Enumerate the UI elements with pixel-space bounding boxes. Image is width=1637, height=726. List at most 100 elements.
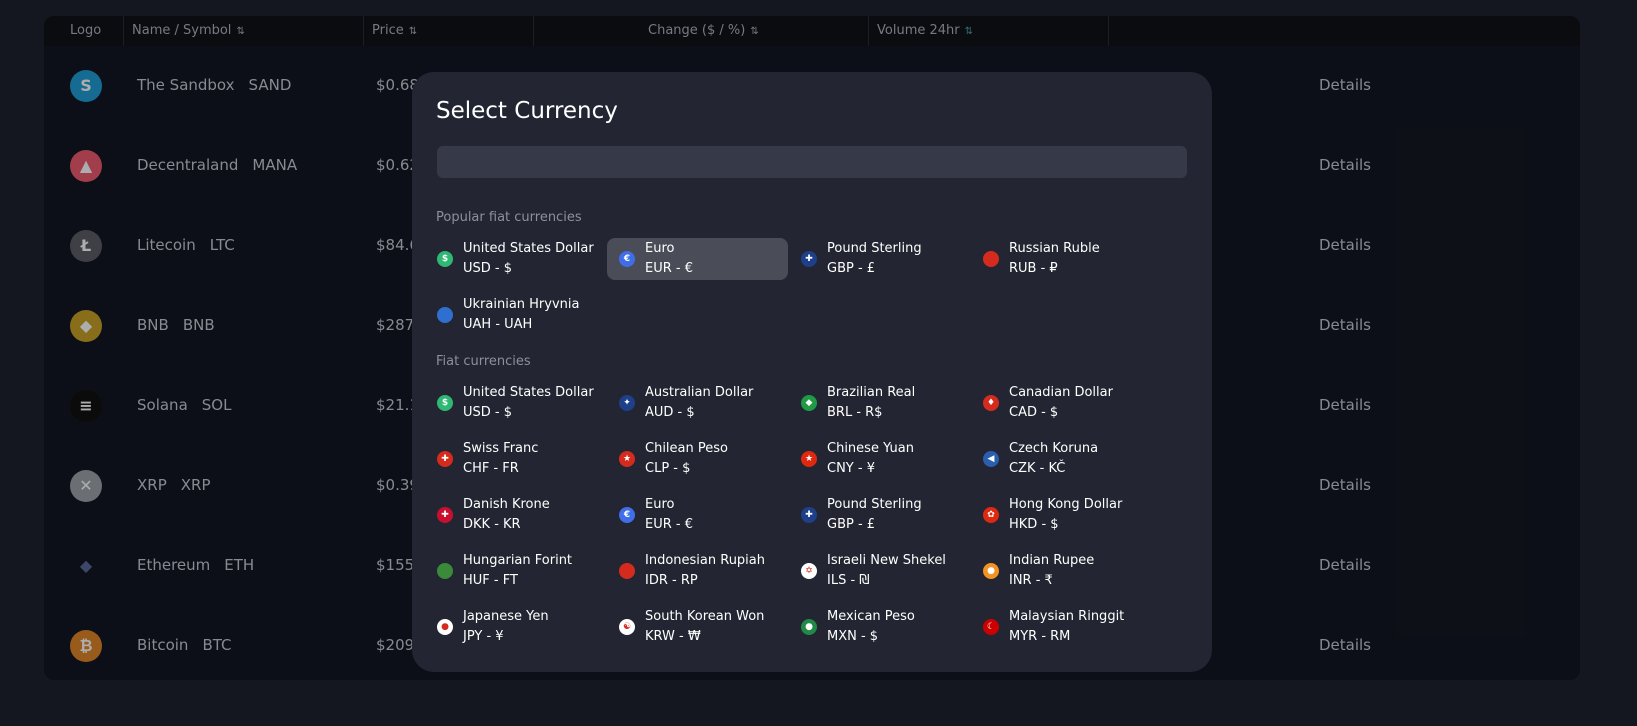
currency-option[interactable]: ☾ Malaysian Ringgit MYR - RM bbox=[971, 606, 1152, 648]
currency-code: HKD - $ bbox=[1009, 517, 1059, 532]
currency-option[interactable]: Ukrainian Hryvnia UAH - UAH bbox=[425, 294, 606, 336]
fiat-section-label: Fiat currencies bbox=[436, 354, 531, 369]
currency-option[interactable]: ✚ Danish Krone DKK - KR bbox=[425, 494, 606, 536]
currency-code: KRW - ₩ bbox=[645, 629, 701, 644]
flag-uk-icon: ✚ bbox=[801, 251, 817, 267]
currency-option[interactable]: ✿ Hong Kong Dollar HKD - $ bbox=[971, 494, 1152, 536]
flag-mexico-icon: ● bbox=[801, 619, 817, 635]
currency-option[interactable]: Russian Ruble RUB - ₽ bbox=[971, 238, 1152, 280]
currency-name: Hong Kong Dollar bbox=[1009, 497, 1123, 512]
flag-australia-icon: ✦ bbox=[619, 395, 635, 411]
currency-name: United States Dollar bbox=[463, 385, 594, 400]
currency-code: USD - $ bbox=[463, 405, 513, 420]
currency-code: DKK - KR bbox=[463, 517, 521, 532]
currency-option[interactable]: ◆ Brazilian Real BRL - R$ bbox=[789, 382, 970, 424]
dollar-icon: $ bbox=[437, 251, 453, 267]
currency-code: EUR - € bbox=[645, 261, 693, 276]
currency-name: Brazilian Real bbox=[827, 385, 916, 400]
currency-option[interactable]: ✡ Israeli New Shekel ILS - ₪ bbox=[789, 550, 970, 592]
currency-name: Indian Rupee bbox=[1009, 553, 1095, 568]
currency-name: Hungarian Forint bbox=[463, 553, 573, 568]
flag-brazil-icon: ◆ bbox=[801, 395, 817, 411]
euro-icon: € bbox=[619, 507, 635, 523]
currency-option[interactable]: ✚ Swiss Franc CHF - FR bbox=[425, 438, 606, 480]
currency-name: Mexican Peso bbox=[827, 609, 915, 624]
euro-icon: € bbox=[619, 251, 635, 267]
currency-code: INR - ₹ bbox=[1009, 573, 1053, 588]
currency-name: Euro bbox=[645, 241, 675, 256]
currency-code: CZK - KČ bbox=[1009, 461, 1066, 476]
currency-name: Chinese Yuan bbox=[827, 441, 914, 456]
currency-name: Japanese Yen bbox=[463, 609, 549, 624]
currency-option[interactable]: $ United States Dollar USD - $ bbox=[425, 382, 606, 424]
flag-uk-icon: ✚ bbox=[801, 507, 817, 523]
flag-czech-icon: ◀ bbox=[983, 451, 999, 467]
currency-option[interactable]: ✦ Australian Dollar AUD - $ bbox=[607, 382, 788, 424]
currency-code: GBP - £ bbox=[827, 261, 876, 276]
currency-option[interactable]: ◀ Czech Koruna CZK - KČ bbox=[971, 438, 1152, 480]
currency-name: Israeli New Shekel bbox=[827, 553, 946, 568]
flag-denmark-icon: ✚ bbox=[437, 507, 453, 523]
flag-india-icon: ● bbox=[983, 563, 999, 579]
currency-option[interactable]: $ United States Dollar USD - $ bbox=[425, 238, 606, 280]
currency-option[interactable]: ✚ Pound Sterling GBP - £ bbox=[789, 238, 970, 280]
currency-code: EUR - € bbox=[645, 517, 693, 532]
currency-name: Czech Koruna bbox=[1009, 441, 1099, 456]
currency-option[interactable]: Hungarian Forint HUF - FT bbox=[425, 550, 606, 592]
currency-name: Australian Dollar bbox=[645, 385, 754, 400]
currency-name: Malaysian Ringgit bbox=[1009, 609, 1125, 624]
currency-option[interactable]: ✚ Pound Sterling GBP - £ bbox=[789, 494, 970, 536]
popular-section-label: Popular fiat currencies bbox=[436, 210, 582, 225]
currency-name: Chilean Peso bbox=[645, 441, 728, 456]
currency-code: CAD - $ bbox=[1009, 405, 1059, 420]
fiat-currency-scroll[interactable]: $ United States Dollar USD - $ ✦ Australian … bbox=[412, 382, 1212, 664]
currency-code: CNY - ¥ bbox=[827, 461, 875, 476]
currency-code: USD - $ bbox=[463, 261, 513, 276]
currency-code: RUB - ₽ bbox=[1009, 261, 1058, 276]
currency-code: CHF - FR bbox=[463, 461, 519, 476]
currency-name: Pound Sterling bbox=[827, 241, 922, 256]
currency-option[interactable]: € Euro EUR - € bbox=[607, 238, 788, 280]
currency-option[interactable]: ● Indian Rupee INR - ₹ bbox=[971, 550, 1152, 592]
currency-name: United States Dollar bbox=[463, 241, 594, 256]
currency-option[interactable]: ★ Chilean Peso CLP - $ bbox=[607, 438, 788, 480]
currency-option[interactable]: ♦ Canadian Dollar CAD - $ bbox=[971, 382, 1152, 424]
flag-russia-icon bbox=[983, 251, 999, 267]
flag-indonesia-icon bbox=[619, 563, 635, 579]
currency-name: Ukrainian Hryvnia bbox=[463, 297, 580, 312]
flag-switzerland-icon: ✚ bbox=[437, 451, 453, 467]
currency-name: Indonesian Rupiah bbox=[645, 553, 765, 568]
flag-chile-icon: ★ bbox=[619, 451, 635, 467]
currency-code: HUF - FT bbox=[463, 573, 518, 588]
currency-code: AUD - $ bbox=[645, 405, 695, 420]
currency-option[interactable]: ● Mexican Peso MXN - $ bbox=[789, 606, 970, 648]
currency-search-input[interactable] bbox=[437, 146, 1187, 178]
select-currency-modal: Select Currency Popular fiat currencies … bbox=[412, 72, 1212, 672]
flag-canada-icon: ♦ bbox=[983, 395, 999, 411]
currency-code: JPY - ¥ bbox=[463, 629, 504, 644]
currency-code: CLP - $ bbox=[645, 461, 691, 476]
currency-option[interactable]: € Euro EUR - € bbox=[607, 494, 788, 536]
currency-code: IDR - RP bbox=[645, 573, 698, 588]
flag-hongkong-icon: ✿ bbox=[983, 507, 999, 523]
currency-name: Danish Krone bbox=[463, 497, 550, 512]
currency-option[interactable]: ● Japanese Yen JPY - ¥ bbox=[425, 606, 606, 648]
currency-option[interactable]: ★ Chinese Yuan CNY - ¥ bbox=[789, 438, 970, 480]
dollar-icon: $ bbox=[437, 395, 453, 411]
flag-ukraine-icon bbox=[437, 307, 453, 323]
flag-hungary-icon bbox=[437, 563, 453, 579]
flag-japan-icon: ● bbox=[437, 619, 453, 635]
currency-name: South Korean Won bbox=[645, 609, 765, 624]
flag-korea-icon: ☯ bbox=[619, 619, 635, 635]
currency-code: MXN - $ bbox=[827, 629, 879, 644]
currency-name: Canadian Dollar bbox=[1009, 385, 1113, 400]
modal-title: Select Currency bbox=[436, 98, 618, 124]
currency-name: Pound Sterling bbox=[827, 497, 922, 512]
flag-israel-icon: ✡ bbox=[801, 563, 817, 579]
flag-malaysia-icon: ☾ bbox=[983, 619, 999, 635]
currency-name: Russian Ruble bbox=[1009, 241, 1100, 256]
currency-code: ILS - ₪ bbox=[827, 573, 870, 588]
currency-option[interactable]: ☯ South Korean Won KRW - ₩ bbox=[607, 606, 788, 648]
currency-option[interactable]: Indonesian Rupiah IDR - RP bbox=[607, 550, 788, 592]
currency-name: Euro bbox=[645, 497, 675, 512]
